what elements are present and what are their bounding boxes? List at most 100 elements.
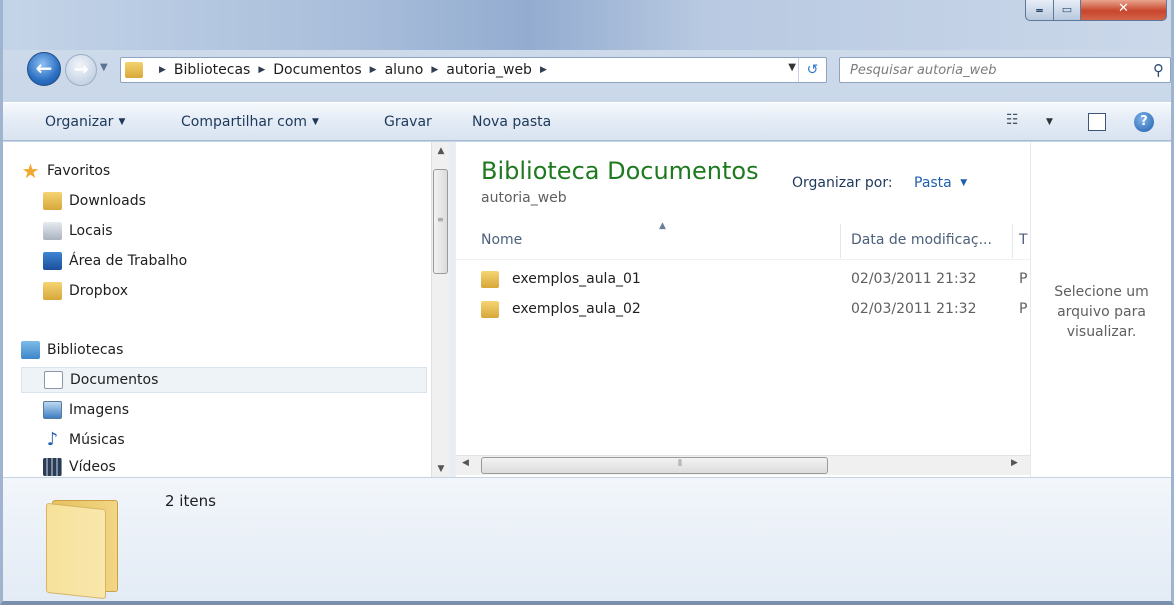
column-divider[interactable] xyxy=(840,224,841,258)
chevron-down-icon: ▼ xyxy=(960,178,968,188)
library-subtitle: autoria_web xyxy=(481,190,567,206)
close-button[interactable]: ✕ xyxy=(1080,0,1167,21)
address-history-dropdown-icon[interactable]: ▼ xyxy=(788,62,796,73)
breadcrumb-documentos[interactable]: Documentos xyxy=(273,62,361,78)
downloads-folder-icon xyxy=(43,192,62,210)
film-icon xyxy=(43,458,62,476)
preview-message: Selecione um arquivo para visualizar. xyxy=(1054,284,1149,340)
nav-item-label: Área de Trabalho xyxy=(69,253,188,269)
search-input[interactable] xyxy=(848,58,1138,82)
search-icon[interactable]: ⚲ xyxy=(1153,61,1164,79)
preview-pane: Selecione um arquivo para visualizar. xyxy=(1030,142,1171,477)
column-header-date[interactable]: Data de modificaç... xyxy=(851,232,992,248)
forward-button[interactable]: → xyxy=(65,54,97,86)
nav-item-places[interactable]: Locais xyxy=(21,218,427,244)
column-divider[interactable] xyxy=(1012,224,1013,258)
places-icon xyxy=(43,222,62,240)
column-header-name[interactable]: Nome xyxy=(481,232,522,248)
navigation-pane: ★ Favoritos Downloads Locais Área de Tra… xyxy=(3,142,431,477)
chevron-down-icon: ▼ xyxy=(118,117,126,127)
scrollbar-thumb[interactable]: ≡ xyxy=(433,169,448,274)
forward-arrow-icon: → xyxy=(73,59,89,80)
refresh-icon: ↺ xyxy=(806,62,819,78)
breadcrumb-arrow-icon[interactable]: ▶ xyxy=(159,65,166,75)
share-label: Compartilhar com xyxy=(181,114,308,130)
file-type: P xyxy=(1019,271,1028,287)
file-row[interactable]: exemplos_aula_02 02/03/2011 21:32 P xyxy=(481,297,1030,323)
share-with-menu[interactable]: Compartilhar com ▼ xyxy=(181,114,319,130)
libraries-icon xyxy=(21,341,40,359)
organize-menu[interactable]: Organizar ▼ xyxy=(45,114,125,130)
breadcrumb-arrow-icon[interactable]: ▶ xyxy=(431,65,438,75)
organize-label: Organizar xyxy=(45,114,114,130)
breadcrumb-aluno[interactable]: aluno xyxy=(385,62,424,78)
file-date: 02/03/2011 21:32 xyxy=(851,271,977,287)
music-note-icon: ♪ xyxy=(46,429,59,450)
file-row[interactable]: exemplos_aula_01 02/03/2011 21:32 P xyxy=(481,267,1030,293)
new-folder-button[interactable]: Nova pasta xyxy=(472,114,551,130)
recent-pages-dropdown[interactable]: ▼ xyxy=(100,62,118,78)
nav-item-label: Músicas xyxy=(69,432,125,448)
grip-icon: ⦀ xyxy=(678,459,682,469)
item-count: 2 itens xyxy=(165,492,216,510)
navigation-scrollbar[interactable]: ▲ ≡ ▼ xyxy=(431,142,449,477)
nav-item-videos[interactable]: Vídeos xyxy=(21,457,427,477)
minimize-icon: ‗ xyxy=(1036,0,1043,13)
breadcrumb-arrow-icon[interactable]: ▶ xyxy=(540,65,547,75)
maximize-icon: ▭ xyxy=(1061,3,1073,16)
library-folder-icon xyxy=(125,62,143,78)
scroll-down-icon[interactable]: ▼ xyxy=(432,464,450,474)
breadcrumb-arrow-icon[interactable]: ▶ xyxy=(258,65,265,75)
file-list-pane: Biblioteca Documentos autoria_web Organi… xyxy=(456,142,1030,477)
scroll-left-icon[interactable]: ◀ xyxy=(462,458,469,468)
search-box[interactable]: ⚲ xyxy=(839,57,1171,83)
nav-item-label: Vídeos xyxy=(69,459,116,475)
back-button[interactable]: ← xyxy=(27,52,61,86)
view-options-dropdown-icon[interactable]: ▼ xyxy=(1046,117,1053,127)
minimize-button[interactable]: ‗ xyxy=(1025,0,1054,21)
nav-item-dropbox[interactable]: Dropbox xyxy=(21,278,427,304)
folder-icon xyxy=(481,271,499,288)
column-header-row: ▲ Nome Data de modificaç... T xyxy=(456,220,1030,260)
preview-pane-toggle-icon[interactable] xyxy=(1088,113,1106,131)
nav-item-label: Bibliotecas xyxy=(47,342,124,358)
column-header-type[interactable]: T xyxy=(1019,232,1029,248)
breadcrumb-autoria-web[interactable]: autoria_web xyxy=(446,62,532,78)
nav-item-images[interactable]: Imagens xyxy=(21,397,427,423)
back-arrow-icon: ← xyxy=(35,56,53,80)
nav-item-label: Locais xyxy=(69,223,113,239)
scrollbar-thumb[interactable]: ⦀ xyxy=(481,457,828,474)
nav-item-label: Documentos xyxy=(70,372,159,388)
breadcrumb-bibliotecas[interactable]: Bibliotecas xyxy=(174,62,250,78)
grip-icon: ≡ xyxy=(437,215,444,224)
address-bar[interactable]: ▶ Bibliotecas ▶ Documentos ▶ aluno ▶ aut… xyxy=(120,57,827,83)
nav-item-downloads[interactable]: Downloads xyxy=(21,188,427,214)
scroll-up-icon[interactable]: ▲ xyxy=(432,146,450,156)
change-view-icon[interactable]: ☷ xyxy=(1006,112,1019,128)
scroll-right-icon[interactable]: ▶ xyxy=(1011,458,1018,468)
arrange-by-dropdown[interactable]: Pasta ▼ xyxy=(914,175,967,191)
nav-item-label: Downloads xyxy=(69,193,146,209)
nav-item-favorites[interactable]: ★ Favoritos xyxy=(21,158,427,184)
burn-button[interactable]: Gravar xyxy=(384,114,432,130)
library-title: Biblioteca Documentos xyxy=(481,157,759,185)
title-bar[interactable] xyxy=(3,0,1171,50)
help-icon[interactable]: ? xyxy=(1134,112,1154,132)
nav-item-music[interactable]: ♪ Músicas xyxy=(21,427,427,453)
breadcrumb-arrow-icon[interactable]: ▶ xyxy=(370,65,377,75)
nav-item-libraries[interactable]: Bibliotecas xyxy=(21,337,427,363)
command-bar: Organizar ▼ Compartilhar com ▼ Gravar Nova… xyxy=(3,102,1171,141)
maximize-button[interactable]: ▭ xyxy=(1053,0,1081,21)
dropbox-folder-icon xyxy=(43,282,62,300)
horizontal-scrollbar[interactable]: ◀ ⦀ ▶ xyxy=(456,455,1030,475)
large-folder-icon xyxy=(46,500,122,600)
arrange-by-value: Pasta xyxy=(914,175,952,191)
nav-item-documents[interactable]: Documentos xyxy=(21,367,427,393)
nav-item-label: Imagens xyxy=(69,402,130,418)
star-icon: ★ xyxy=(21,159,40,183)
images-icon xyxy=(43,401,62,419)
pane-splitter[interactable] xyxy=(449,142,456,477)
documents-icon xyxy=(44,371,63,389)
refresh-button[interactable]: ↺ xyxy=(798,58,826,82)
nav-item-desktop[interactable]: Área de Trabalho xyxy=(21,248,427,274)
